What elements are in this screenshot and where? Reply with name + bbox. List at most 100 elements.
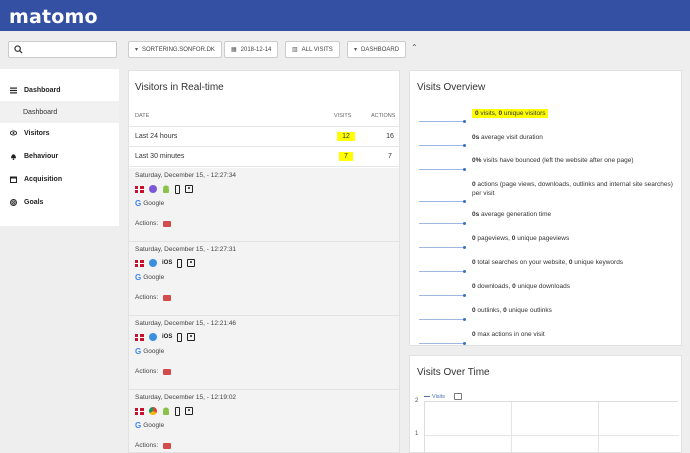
visit-entry: Saturday, December 15, - 12:19:02 G Googl… (129, 390, 399, 452)
visit-time: Saturday, December 15, - 12:21:46 (135, 320, 237, 327)
sparkline[interactable] (419, 200, 466, 203)
sparkline[interactable] (419, 246, 466, 249)
gridline (598, 402, 599, 452)
sparkline[interactable] (419, 120, 466, 123)
sparkline[interactable] (419, 318, 466, 321)
submenu-item-dashboard[interactable]: Dashboard (0, 101, 119, 123)
denmark-flag-icon (135, 259, 144, 267)
visits-count: 7 (339, 152, 353, 161)
google-icon: G (135, 421, 142, 430)
date-selector[interactable]: ▦ 2018-12-14 (224, 41, 279, 58)
segment-icon: ▥ (292, 47, 298, 53)
overview-metric: 0 visits, 0 unique visitors (410, 103, 683, 127)
sparkline[interactable] (419, 144, 466, 147)
caret-down-icon: ▾ (354, 47, 358, 53)
search-icon (14, 45, 23, 54)
realtime-widget: Visitors in Real-time DATE VISITS ACTION… (128, 70, 400, 453)
smartphone-icon (175, 184, 180, 194)
top-header: matomo (0, 0, 690, 31)
visit-entry: Saturday, December 15, - 12:27:31 iOS GG… (129, 242, 399, 316)
android-icon (163, 407, 169, 415)
visit-actions: Actions: (135, 368, 172, 375)
google-icon: G (135, 273, 142, 282)
denmark-flag-icon (135, 185, 144, 193)
visitor-profile-icon[interactable] (187, 259, 196, 267)
overview-metric: 0s average visit duration (410, 127, 683, 151)
eye-icon (10, 130, 17, 137)
overview-metric: 0 actions (page views, downloads, outlin… (410, 177, 683, 207)
menu-item-dashboard[interactable]: Dashboard (0, 79, 119, 101)
menu-item-acquisition[interactable]: Acquisition (0, 168, 119, 190)
dashboard-icon (10, 87, 17, 94)
folder-icon[interactable] (163, 220, 172, 227)
google-icon: G (135, 199, 142, 208)
legend-label: Visits (432, 393, 446, 400)
collapse-chevron-icon[interactable]: ⌃ (411, 43, 418, 52)
overview-metric: 0 max actions in one visit (410, 325, 683, 349)
menu-item-visitors[interactable]: Visitors (0, 122, 119, 144)
sparkline[interactable] (419, 168, 466, 171)
calendar-icon: ▦ (231, 47, 237, 53)
visitor-profile-icon[interactable] (185, 407, 193, 415)
sparkline[interactable] (419, 270, 466, 273)
overview-metric: 0 downloads, 0 unique downloads (410, 277, 683, 301)
sparkline[interactable] (419, 294, 466, 297)
actions-count: 16 (386, 133, 394, 140)
matomo-logo[interactable]: matomo (9, 6, 98, 28)
col-actions: ACTIONS (371, 113, 396, 119)
calendar-icon (10, 176, 17, 183)
safari-icon (149, 333, 157, 341)
target-icon (10, 198, 17, 206)
y-tick-label: 2 (415, 398, 419, 404)
visit-time: Saturday, December 15, - 12:27:31 (135, 246, 237, 253)
visits-over-time-title: Visits Over Time (417, 367, 490, 378)
bell-icon (10, 153, 17, 160)
overview-metric: 0% visits have bounced (left the website… (410, 151, 683, 175)
segment-selector[interactable]: ▥ ALL VISITS (285, 41, 340, 58)
referrer: G Google (135, 347, 165, 356)
date-selector-label: 2018-12-14 (240, 46, 272, 53)
visits-overview-widget: Visits Overview 0 visits, 0 unique visit… (409, 70, 682, 346)
site-selector[interactable]: ▾ SORTERING.SONFOR.DK (128, 41, 222, 58)
chart-legend[interactable]: Visits (424, 393, 463, 400)
visit-actions: Actions: (135, 442, 172, 449)
menu-item-goals[interactable]: Goals (0, 191, 119, 213)
folder-icon[interactable] (163, 294, 172, 301)
actions-count: 7 (388, 153, 392, 160)
left-menu: Dashboard Dashboard Visitors Behaviour A… (0, 69, 119, 226)
segment-selector-label: ALL VISITS (301, 46, 333, 53)
col-date: DATE (135, 113, 150, 119)
caret-down-icon: ▾ (135, 47, 139, 53)
sparkline[interactable] (419, 222, 466, 225)
dashboard-selector[interactable]: ▾ DASHBOARD (347, 41, 407, 58)
denmark-flag-icon (135, 333, 144, 341)
table-row: Last 30 minutes 7 7 (129, 147, 399, 167)
col-visits: VISITS (334, 113, 352, 119)
smartphone-icon (177, 332, 183, 342)
folder-icon[interactable] (163, 442, 172, 449)
table-row: Last 24 hours 12 16 (129, 127, 399, 147)
realtime-table-header: DATE VISITS ACTIONS (129, 105, 399, 127)
visit-time: Saturday, December 15, - 12:19:02 (135, 394, 237, 401)
gridline (425, 435, 679, 436)
visitor-profile-icon[interactable] (185, 185, 193, 193)
overview-metric: 0s average generation time (410, 205, 683, 229)
menu-item-behaviour[interactable]: Behaviour (0, 145, 119, 167)
google-icon: G (135, 347, 142, 356)
export-image-icon[interactable] (454, 393, 463, 400)
y-tick-label: 1 (415, 431, 419, 437)
android-icon (163, 185, 169, 193)
visits-count: 12 (337, 132, 355, 141)
smartphone-icon (177, 258, 183, 268)
folder-icon[interactable] (163, 368, 172, 375)
overview-metric: 0 outlinks, 0 unique outlinks (410, 301, 683, 325)
referrer: G Google (135, 421, 165, 430)
visits-overview-title: Visits Overview (417, 82, 486, 93)
realtime-title: Visitors in Real-time (135, 82, 224, 93)
ios-icon: iOS (162, 260, 173, 266)
visitor-profile-icon[interactable] (187, 333, 196, 341)
visit-entry: Saturday, December 15, - 12:21:46 iOS GG… (129, 316, 399, 390)
chart-plot-area (424, 401, 679, 452)
sparkline[interactable] (419, 342, 466, 345)
menu-search-input[interactable] (8, 41, 117, 58)
